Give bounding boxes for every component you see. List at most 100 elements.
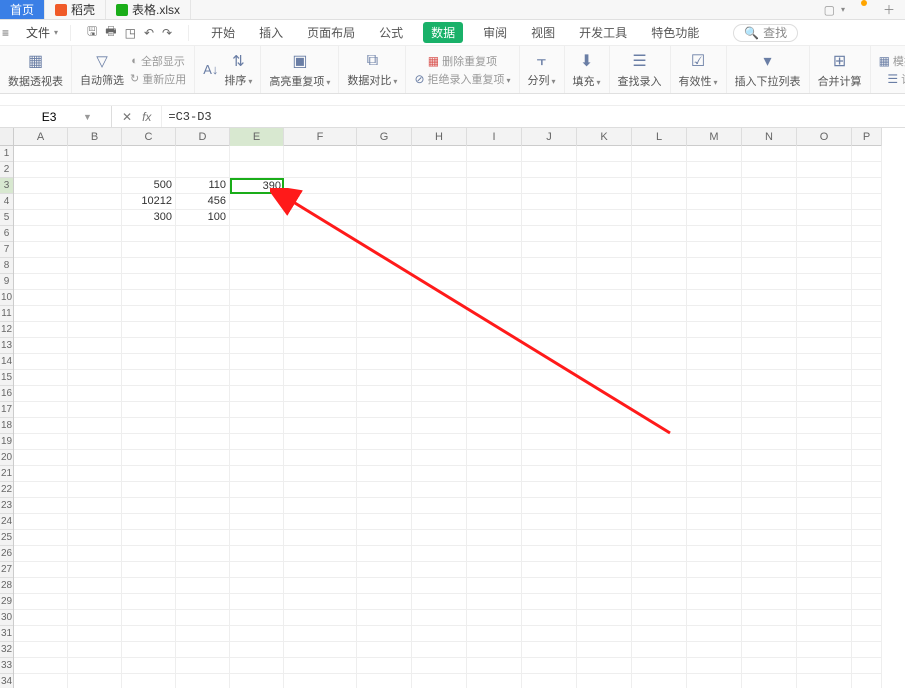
formula-input[interactable]: =C3-D3 (162, 106, 905, 127)
column-header-E[interactable]: E (230, 128, 284, 146)
column-header-D[interactable]: D (176, 128, 230, 146)
cell-E3[interactable]: 390 (230, 178, 284, 194)
row-header-22[interactable]: 22 (0, 482, 13, 498)
tab-third[interactable]: 表格.xlsx (106, 0, 191, 19)
sort-button[interactable]: ⇅排序▾ (224, 52, 252, 88)
column-header-H[interactable]: H (412, 128, 467, 146)
row-header-15[interactable]: 15 (0, 370, 13, 386)
pivot-table-button[interactable]: ▦数据透视表 (0, 46, 72, 93)
row-header-4[interactable]: 4 (0, 194, 13, 210)
cancel-formula-icon[interactable]: ✕ (122, 110, 132, 124)
column-header-F[interactable]: F (284, 128, 357, 146)
row-header-18[interactable]: 18 (0, 418, 13, 434)
row-header-30[interactable]: 30 (0, 610, 13, 626)
sort-asc-button[interactable]: A↓ (203, 62, 218, 77)
column-header-G[interactable]: G (357, 128, 412, 146)
tab-second[interactable]: 稻壳 (45, 0, 106, 19)
spreadsheet-grid[interactable]: ABCDEFGHIJKLMNOP 12345678910111213141516… (0, 128, 905, 688)
ribbon-tab-dev[interactable]: 开发工具 (575, 22, 631, 43)
column-header-C[interactable]: C (122, 128, 176, 146)
validation-button[interactable]: ☑有效性▾ (671, 46, 727, 93)
ribbon-tab-review[interactable]: 审阅 (479, 22, 511, 43)
name-box[interactable]: ▼ (0, 106, 112, 127)
row-header-29[interactable]: 29 (0, 594, 13, 610)
row-header-14[interactable]: 14 (0, 354, 13, 370)
row-header-28[interactable]: 28 (0, 578, 13, 594)
row-header-9[interactable]: 9 (0, 274, 13, 290)
name-box-input[interactable] (19, 110, 79, 124)
redo-icon[interactable]: ↷ (162, 26, 172, 40)
row-header-33[interactable]: 33 (0, 658, 13, 674)
row-header-24[interactable]: 24 (0, 514, 13, 530)
save-icon[interactable]: 🖫 (87, 22, 97, 43)
column-header-L[interactable]: L (632, 128, 687, 146)
preview-icon[interactable]: ◳ (125, 26, 136, 40)
data-compare-button[interactable]: ⧉数据对比▾ (339, 46, 406, 93)
simulate-button[interactable]: ▦模拟分析▾ (879, 53, 905, 69)
tab-add-button[interactable]: ＋ (873, 0, 905, 19)
search-box[interactable]: 🔍 查找 (733, 24, 798, 42)
fill-handle[interactable] (280, 190, 286, 196)
column-header-K[interactable]: K (577, 128, 632, 146)
cell-C5[interactable]: 300 (122, 210, 176, 226)
column-header-A[interactable]: A (14, 128, 68, 146)
cell-D4[interactable]: 456 (176, 194, 230, 210)
row-header-21[interactable]: 21 (0, 466, 13, 482)
select-all-corner[interactable] (0, 128, 14, 146)
name-box-dropdown-icon[interactable]: ▼ (83, 112, 92, 122)
undo-icon[interactable]: ↶ (144, 26, 154, 40)
row-header-13[interactable]: 13 (0, 338, 13, 354)
row-header-34[interactable]: 34 (0, 674, 13, 688)
ribbon-tab-special[interactable]: 特色功能 (647, 22, 703, 43)
split-column-button[interactable]: ⫟分列▾ (520, 46, 565, 93)
row-header-7[interactable]: 7 (0, 242, 13, 258)
row-header-23[interactable]: 23 (0, 498, 13, 514)
fill-button[interactable]: ⬇填充▾ (565, 46, 610, 93)
reapply-button[interactable]: ↻重新应用 (130, 71, 186, 87)
print-icon[interactable]: 🖶 (105, 22, 116, 43)
cell-C3[interactable]: 500 (122, 178, 176, 194)
row-header-27[interactable]: 27 (0, 562, 13, 578)
highlight-dup-button[interactable]: ▣高亮重复项▾ (261, 46, 339, 93)
find-input-button[interactable]: ☰查找录入 (610, 46, 671, 93)
column-header-N[interactable]: N (742, 128, 797, 146)
row-header-12[interactable]: 12 (0, 322, 13, 338)
fx-icon[interactable]: fx (142, 110, 151, 124)
row-header-11[interactable]: 11 (0, 306, 13, 322)
row-header-19[interactable]: 19 (0, 434, 13, 450)
autofilter-button[interactable]: ▽自动筛选 (80, 52, 124, 88)
row-header-6[interactable]: 6 (0, 226, 13, 242)
ribbon-tab-formula[interactable]: 公式 (375, 22, 407, 43)
row-header-5[interactable]: 5 (0, 210, 13, 226)
dropdown-list-button[interactable]: ▾插入下拉列表 (727, 46, 810, 93)
row-header-10[interactable]: 10 (0, 290, 13, 306)
row-header-20[interactable]: 20 (0, 450, 13, 466)
file-menu[interactable]: 文件▾ (20, 24, 64, 41)
cell-C4[interactable]: 10212 (122, 194, 176, 210)
row-header-2[interactable]: 2 (0, 162, 13, 178)
reject-dup-button[interactable]: ⊘拒绝录入重复项▾ (414, 71, 510, 87)
row-header-26[interactable]: 26 (0, 546, 13, 562)
column-header-B[interactable]: B (68, 128, 122, 146)
row-header-25[interactable]: 25 (0, 530, 13, 546)
remove-dup-button[interactable]: ▦删除重复项 (414, 53, 510, 69)
tab-feedback[interactable]: ▢▾ (814, 0, 855, 19)
column-header-P[interactable]: P (852, 128, 882, 146)
row-header-17[interactable]: 17 (0, 402, 13, 418)
cell-D5[interactable]: 100 (176, 210, 230, 226)
row-header-3[interactable]: 3 (0, 178, 13, 194)
cell-D3[interactable]: 110 (176, 178, 230, 194)
column-header-I[interactable]: I (467, 128, 522, 146)
tab-home[interactable]: 首页 (0, 0, 45, 19)
record-form-button[interactable]: ☰记录单 (879, 71, 905, 87)
row-header-31[interactable]: 31 (0, 626, 13, 642)
row-header-32[interactable]: 32 (0, 642, 13, 658)
row-header-16[interactable]: 16 (0, 386, 13, 402)
row-header-1[interactable]: 1 (0, 146, 13, 162)
consolidate-button[interactable]: ⊞合并计算 (810, 46, 871, 93)
ribbon-tab-start[interactable]: 开始 (207, 22, 239, 43)
ribbon-tab-insert[interactable]: 插入 (255, 22, 287, 43)
column-header-M[interactable]: M (687, 128, 742, 146)
column-header-J[interactable]: J (522, 128, 577, 146)
column-header-O[interactable]: O (797, 128, 852, 146)
